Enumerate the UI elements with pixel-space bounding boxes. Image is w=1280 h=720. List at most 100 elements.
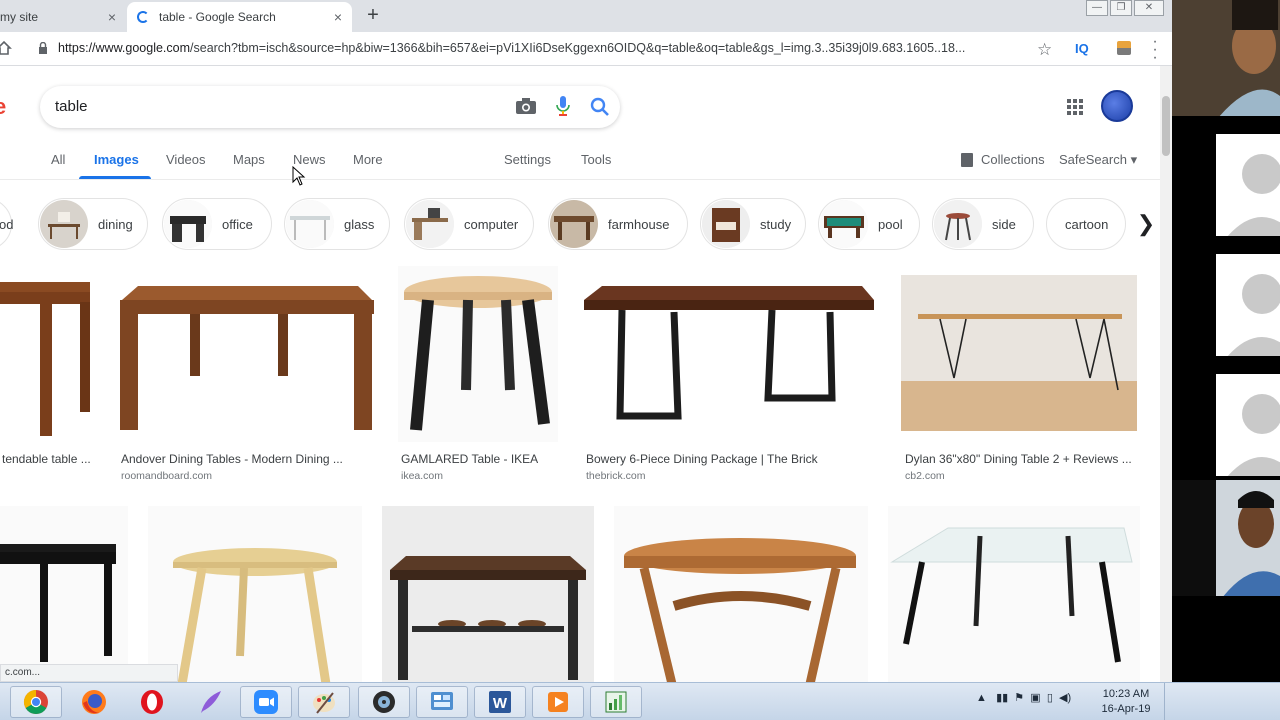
image-result[interactable]: Dylan 36"x80" Dining Table 2 + Reviews .… bbox=[900, 266, 1140, 486]
image-result[interactable]: GAMLARED Table - IKEA ikea.com bbox=[398, 266, 558, 486]
chip-computer[interactable]: computer bbox=[404, 198, 534, 250]
result-caption[interactable]: Bowery 6-Piece Dining Package | The Bric… bbox=[586, 452, 818, 466]
firefox-taskbar-button[interactable] bbox=[68, 686, 120, 718]
result-image[interactable] bbox=[118, 266, 376, 442]
result-image[interactable] bbox=[0, 506, 128, 682]
tray-expand-icon[interactable]: ▲ bbox=[976, 692, 987, 704]
new-tab-button[interactable]: + bbox=[362, 4, 384, 26]
result-image[interactable] bbox=[0, 266, 94, 442]
scrollbar-thumb[interactable] bbox=[1162, 96, 1170, 156]
chip-study[interactable]: study bbox=[700, 198, 806, 250]
chip-side[interactable]: side bbox=[932, 198, 1034, 250]
image-result[interactable] bbox=[148, 506, 362, 682]
tab-all[interactable]: All bbox=[51, 152, 65, 167]
close-tab-icon[interactable]: × bbox=[104, 9, 120, 25]
bookmark-star-icon[interactable]: ☆ bbox=[1037, 40, 1052, 60]
tab-google-search[interactable]: table - Google Search × bbox=[127, 2, 352, 32]
page-scrollbar[interactable] bbox=[1160, 66, 1172, 682]
result-caption[interactable]: tendable table ... bbox=[2, 452, 91, 466]
video-tile-participant[interactable] bbox=[1172, 240, 1280, 358]
collections-link[interactable]: Collections bbox=[981, 152, 1045, 167]
result-image[interactable] bbox=[382, 506, 594, 682]
opera-taskbar-button[interactable] bbox=[126, 686, 178, 718]
image-result[interactable]: Andover Dining Tables - Modern Dining ..… bbox=[118, 266, 376, 486]
home-icon[interactable] bbox=[0, 40, 12, 56]
disc-taskbar-button[interactable] bbox=[358, 686, 410, 718]
result-caption[interactable]: GAMLARED Table - IKEA bbox=[401, 452, 538, 466]
chip-dining[interactable]: dining bbox=[38, 198, 148, 250]
tools-link[interactable]: Tools bbox=[581, 152, 611, 167]
paint-taskbar-button[interactable] bbox=[298, 686, 350, 718]
search-icon[interactable] bbox=[590, 97, 610, 117]
tab-more[interactable]: More bbox=[353, 152, 383, 167]
iq-extension-icon[interactable]: IQ bbox=[1075, 41, 1089, 56]
lock-icon[interactable] bbox=[38, 42, 48, 54]
image-result[interactable] bbox=[382, 506, 594, 682]
video-tile-participant[interactable] bbox=[1172, 120, 1280, 238]
extension-icon[interactable] bbox=[1117, 41, 1131, 55]
close-tab-icon[interactable]: × bbox=[330, 9, 346, 25]
camera-search-icon[interactable] bbox=[516, 98, 536, 114]
chip-wood[interactable]: od bbox=[0, 198, 13, 250]
tab-my-site[interactable]: my site × bbox=[0, 2, 126, 32]
tab-images[interactable]: Images bbox=[94, 152, 139, 167]
address-bar[interactable]: https://www.google.com/search?tbm=isch&s… bbox=[58, 41, 1028, 55]
result-image[interactable] bbox=[148, 506, 362, 682]
chip-office[interactable]: office bbox=[162, 198, 272, 250]
result-image[interactable] bbox=[900, 266, 1140, 442]
result-source[interactable]: ikea.com bbox=[401, 470, 443, 482]
account-avatar[interactable] bbox=[1101, 90, 1133, 122]
microphone-icon[interactable] bbox=[556, 96, 570, 116]
google-logo[interactable]: e bbox=[0, 94, 6, 120]
volume-icon[interactable]: ◀) bbox=[1059, 692, 1071, 704]
control-panel-taskbar-button[interactable] bbox=[416, 686, 468, 718]
settings-link[interactable]: Settings bbox=[504, 152, 551, 167]
tab-maps[interactable]: Maps bbox=[233, 152, 265, 167]
video-tile-participant[interactable] bbox=[1172, 360, 1280, 478]
tab-videos[interactable]: Videos bbox=[166, 152, 206, 167]
search-input[interactable]: table bbox=[55, 98, 88, 115]
vlc-taskbar-button[interactable] bbox=[532, 686, 584, 718]
result-caption[interactable]: Dylan 36"x80" Dining Table 2 + Reviews .… bbox=[905, 452, 1132, 466]
result-source[interactable]: cb2.com bbox=[905, 470, 945, 482]
result-image[interactable] bbox=[398, 266, 558, 442]
chip-glass[interactable]: glass bbox=[284, 198, 390, 250]
result-source[interactable]: thebrick.com bbox=[586, 470, 646, 482]
safesearch-dropdown[interactable]: SafeSearch ▾ bbox=[1059, 152, 1137, 168]
image-result[interactable] bbox=[614, 506, 868, 682]
chip-farmhouse[interactable]: farmhouse bbox=[548, 198, 688, 250]
collections-icon[interactable] bbox=[961, 153, 973, 167]
browser-menu-icon[interactable]: · · · bbox=[1150, 34, 1160, 66]
image-result[interactable] bbox=[888, 506, 1140, 682]
video-tile-participant[interactable] bbox=[1172, 480, 1280, 598]
result-image[interactable] bbox=[888, 506, 1140, 682]
result-image[interactable] bbox=[614, 506, 868, 682]
feather-taskbar-button[interactable] bbox=[184, 686, 236, 718]
image-result[interactable]: Bowery 6-Piece Dining Package | The Bric… bbox=[582, 266, 878, 486]
chip-pool[interactable]: pool bbox=[818, 198, 920, 250]
result-caption[interactable]: Andover Dining Tables - Modern Dining ..… bbox=[121, 452, 343, 466]
security-flag-icon[interactable]: ⚑ bbox=[1014, 692, 1024, 704]
excel-chart-taskbar-button[interactable] bbox=[590, 686, 642, 718]
minimize-button[interactable]: — bbox=[1086, 0, 1108, 16]
chevron-right-icon[interactable]: ❯ bbox=[1128, 206, 1164, 242]
search-box[interactable]: table bbox=[40, 86, 620, 128]
image-result[interactable]: tendable table ... bbox=[0, 266, 94, 486]
network-icon[interactable]: ▮▮ bbox=[996, 692, 1008, 704]
zoom-taskbar-button[interactable] bbox=[240, 686, 292, 718]
show-desktop-button[interactable] bbox=[1164, 683, 1174, 720]
chrome-taskbar-button[interactable] bbox=[10, 686, 62, 718]
taskbar-clock[interactable]: 10:23 AM 16-Apr-19 bbox=[1096, 687, 1156, 717]
video-tile-presenter[interactable] bbox=[1172, 0, 1280, 118]
usb-icon[interactable]: ▣ bbox=[1030, 692, 1040, 704]
google-apps-icon[interactable] bbox=[1067, 99, 1083, 115]
tab-news[interactable]: News bbox=[293, 152, 326, 167]
battery-icon[interactable]: ▯ bbox=[1047, 692, 1053, 704]
result-source[interactable]: roomandboard.com bbox=[121, 470, 212, 482]
result-image[interactable] bbox=[582, 266, 878, 442]
restore-button[interactable]: ❐ bbox=[1110, 0, 1132, 16]
chip-cartoon[interactable]: cartoon bbox=[1046, 198, 1126, 250]
word-taskbar-button[interactable]: W bbox=[474, 686, 526, 718]
close-window-button[interactable]: ✕ bbox=[1134, 0, 1164, 16]
image-result[interactable] bbox=[0, 506, 128, 682]
